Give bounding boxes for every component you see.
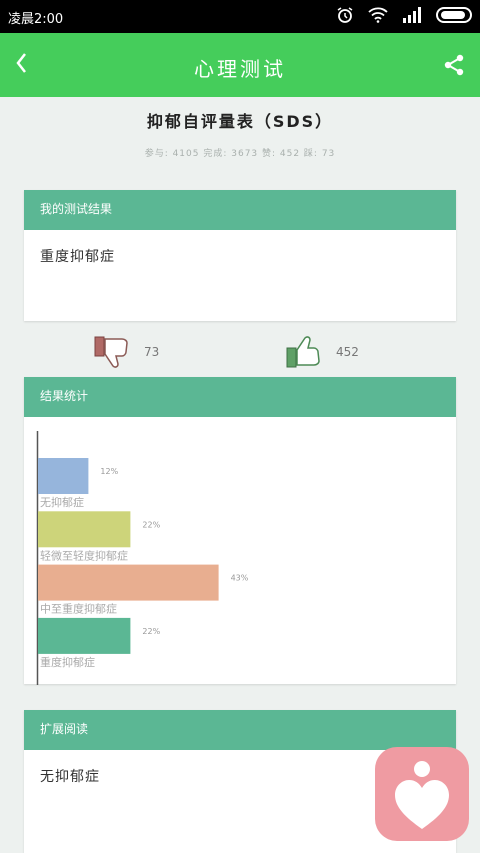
like-button[interactable]: 452: [286, 334, 359, 370]
bar: [38, 564, 219, 601]
status-icons: [336, 6, 472, 24]
bar: [38, 458, 89, 494]
dislike-count: 73: [144, 345, 160, 359]
thumbs-up-icon: [286, 336, 320, 368]
share-icon: [444, 54, 464, 76]
value-label: 43%: [231, 574, 249, 583]
value-label: 12%: [100, 467, 118, 476]
signal-icon: [403, 7, 421, 23]
bar: [38, 511, 131, 548]
heart-person-icon: [395, 761, 449, 829]
psychology-app-button[interactable]: [375, 747, 469, 841]
status-time: 凌晨2:00: [8, 12, 64, 27]
share-button[interactable]: [442, 53, 466, 77]
page-title: 心理测试: [194, 57, 286, 81]
result-card-header: 我的测试结果: [24, 190, 456, 230]
stats-card-header: 结果统计: [24, 377, 456, 417]
battery-icon: [436, 7, 472, 23]
category-label: 中至重度抑郁症: [40, 602, 117, 616]
category-label: 无抑郁症: [40, 495, 84, 509]
result-card: 我的测试结果 重度抑郁症: [24, 190, 456, 321]
value-label: 22%: [142, 520, 160, 529]
reading-card-header: 扩展阅读: [24, 710, 456, 750]
dislike-button[interactable]: 73: [94, 334, 159, 370]
alarm-icon: [337, 7, 353, 23]
bar-chart: 12% 无抑郁症 22% 轻微至轻度抑郁症 43% 中至重度抑郁症 22% 重度抑郁症: [36, 431, 249, 685]
category-label: 轻微至轻度抑郁症: [40, 548, 128, 562]
wifi-icon: [368, 7, 388, 23]
like-count: 452: [336, 345, 359, 359]
thumbs-down-icon: [94, 336, 128, 368]
result-text: 重度抑郁症: [40, 249, 115, 265]
bar: [38, 617, 131, 654]
test-stats: 参与: 4105 完成: 3673 赞: 452 踩: 73: [144, 149, 336, 159]
status-bar: 凌晨2:00: [0, 0, 480, 33]
app-bar: 心理测试: [0, 33, 480, 97]
test-title: 抑郁自评量表（SDS）: [146, 112, 334, 131]
category-label: 重度抑郁症: [40, 655, 95, 669]
value-label: 22%: [142, 627, 160, 636]
result-chart: 12% 无抑郁症 22% 轻微至轻度抑郁症 43% 中至重度抑郁症 22% 重度抑郁症: [36, 431, 436, 685]
